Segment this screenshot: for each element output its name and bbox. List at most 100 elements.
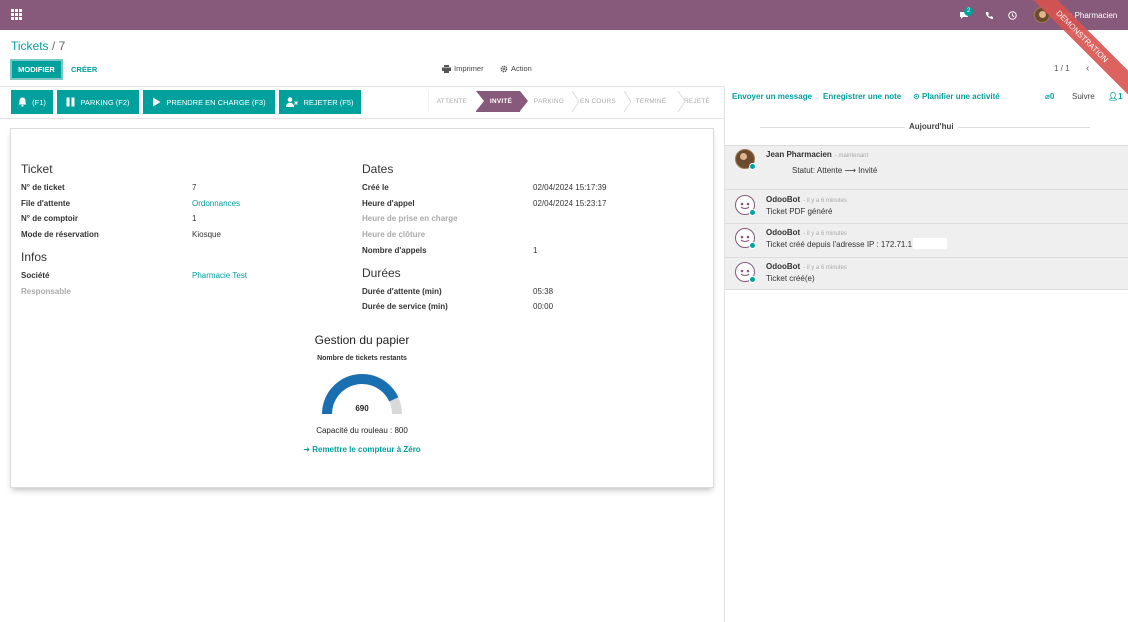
arrow-right-icon: ➜ bbox=[303, 445, 310, 454]
value-wait-duration: 05:38 bbox=[533, 287, 554, 296]
clock-icon: ⊙ bbox=[913, 92, 920, 101]
followers-button[interactable]: 👤︎1 bbox=[1108, 92, 1123, 101]
value-call-count: 1 bbox=[533, 246, 538, 255]
today-separator: Aujourd'hui bbox=[905, 122, 958, 131]
reject-button-label: REJETER (F5) bbox=[303, 97, 354, 107]
message-author: Jean Pharmacien - maintenant bbox=[766, 150, 869, 159]
message-author: OdooBot - il y a 6 minutes bbox=[766, 262, 847, 271]
user-icon: 👤︎ bbox=[1108, 92, 1119, 101]
label-responsible: Responsable bbox=[21, 287, 71, 296]
print-menu[interactable]: Imprimer bbox=[442, 64, 484, 73]
header-divider bbox=[0, 86, 724, 87]
label-queue: File d'attente bbox=[21, 199, 71, 208]
label-counter: N° de comptoir bbox=[21, 214, 78, 223]
take-charge-button-label: PRENDRE EN CHARGE (F3) bbox=[166, 97, 266, 107]
value-call-time: 02/04/2024 15:23:17 bbox=[533, 199, 607, 208]
online-status-icon bbox=[749, 242, 756, 249]
online-status-icon bbox=[749, 209, 756, 216]
attachments-count: 0 bbox=[1049, 92, 1055, 101]
statusbar-divider bbox=[0, 118, 724, 119]
message-time: - il y a 6 minutes bbox=[803, 231, 847, 237]
label-close-time: Heure de clôture bbox=[362, 230, 426, 239]
message-body: Ticket créé depuis l'adresse IP : 172.71… bbox=[766, 240, 913, 249]
pager-previous-icon[interactable]: ‹ bbox=[1086, 63, 1089, 74]
label-created-on: Créé le bbox=[362, 183, 389, 192]
take-charge-button[interactable]: PRENDRE EN CHARGE (F3) bbox=[143, 90, 275, 114]
paper-subtitle: Nombre de tickets restants bbox=[317, 355, 407, 362]
bell-icon bbox=[18, 97, 27, 107]
chat-icon[interactable]: 2 bbox=[955, 7, 974, 22]
message-author: OdooBot - il y a 6 minutes bbox=[766, 195, 847, 204]
message-author: OdooBot - il y a 6 minutes bbox=[766, 228, 847, 237]
label-take-charge-time: Heure de prise en charge bbox=[362, 214, 458, 223]
breadcrumb-tickets[interactable]: Tickets bbox=[11, 39, 49, 53]
user-name: Jean Pharmacien bbox=[1055, 10, 1118, 20]
navbar: 2 Jean Pharmacien bbox=[0, 0, 1128, 30]
paper-title: Gestion du papier bbox=[314, 333, 410, 347]
redaction-block bbox=[913, 238, 947, 249]
followers-count: 1 bbox=[1118, 92, 1123, 101]
user-avatar bbox=[1034, 7, 1050, 23]
label-wait-duration: Durée d'attente (min) bbox=[362, 287, 442, 296]
edit-button[interactable]: MODIFIER bbox=[10, 59, 63, 80]
pause-icon bbox=[66, 97, 75, 107]
phone-icon[interactable] bbox=[983, 8, 995, 22]
schedule-activity-button[interactable]: ⊙ Planifier une activité bbox=[913, 92, 1000, 101]
action-label: Action bbox=[511, 64, 532, 73]
reject-button[interactable]: REJETER (F5) bbox=[279, 90, 361, 114]
section-ticket-title: Ticket bbox=[21, 162, 53, 176]
label-booking-mode: Mode de réservation bbox=[21, 230, 99, 239]
online-status-icon bbox=[749, 163, 756, 170]
value-company-link[interactable]: Pharmacie Test bbox=[192, 271, 247, 280]
parking-button-label: PARKING (F2) bbox=[80, 97, 130, 107]
value-created-on: 02/04/2024 15:17:39 bbox=[533, 183, 607, 192]
create-button[interactable]: CRÉER bbox=[71, 59, 97, 80]
apps-menu-icon[interactable] bbox=[11, 9, 22, 20]
reset-counter-link[interactable]: ➜ Remettre le compteur à Zéro bbox=[262, 445, 462, 454]
value-counter: 1 bbox=[192, 214, 197, 223]
print-label: Imprimer bbox=[454, 64, 484, 73]
breadcrumb-current: 7 bbox=[58, 39, 66, 53]
send-message-button[interactable]: Envoyer un message bbox=[732, 92, 812, 101]
clock-icon[interactable] bbox=[1006, 8, 1018, 22]
value-queue-link[interactable]: Ordonnances bbox=[192, 199, 240, 208]
message-body: Ticket créé(e) bbox=[766, 274, 815, 283]
user-menu[interactable]: Jean Pharmacien bbox=[1034, 7, 1117, 23]
message-time: - il y a 6 minutes bbox=[803, 265, 847, 271]
schedule-activity-label: Planifier une activité bbox=[921, 92, 1000, 101]
statusbar-chevrons bbox=[428, 91, 686, 112]
parking-button[interactable]: PARKING (F2) bbox=[57, 90, 139, 114]
message-body: Ticket PDF généré bbox=[766, 207, 833, 216]
follow-button[interactable]: Suivre bbox=[1072, 92, 1095, 101]
chat-badge: 2 bbox=[964, 7, 974, 16]
action-menu[interactable]: Action bbox=[500, 64, 532, 73]
reset-counter-label: Remettre le compteur à Zéro bbox=[312, 445, 421, 454]
label-call-count: Nombre d'appels bbox=[362, 246, 427, 255]
pager-value[interactable]: 1 / 1 bbox=[1054, 64, 1070, 73]
label-ticket-number: N° de ticket bbox=[21, 183, 65, 192]
message-time: - maintenant bbox=[834, 153, 869, 159]
breadcrumb-separator: / bbox=[51, 39, 56, 53]
play-icon bbox=[153, 97, 161, 107]
online-status-icon bbox=[749, 276, 756, 283]
attachments-button[interactable]: ⌀0 bbox=[1045, 92, 1054, 101]
section-infos-title: Infos bbox=[21, 250, 48, 264]
label-company: Société bbox=[21, 271, 50, 280]
gear-icon bbox=[500, 65, 508, 72]
gauge-value: 690 bbox=[355, 404, 369, 413]
section-dates-title: Dates bbox=[362, 162, 394, 176]
notify-button[interactable]: (F1) bbox=[11, 90, 53, 114]
label-call-time: Heure d'appel bbox=[362, 199, 415, 208]
value-ticket-number: 7 bbox=[192, 183, 197, 192]
user-remove-icon bbox=[286, 97, 299, 107]
log-note-button[interactable]: Enregistrer une note bbox=[823, 92, 901, 101]
paper-capacity: Capacité du rouleau : 800 bbox=[316, 426, 408, 435]
message-time: - il y a 6 minutes bbox=[803, 198, 847, 204]
label-service-duration: Durée de service (min) bbox=[362, 302, 448, 311]
breadcrumb: Tickets / 7 bbox=[11, 39, 65, 53]
value-booking-mode: Kiosque bbox=[192, 230, 221, 239]
value-service-duration: 00:00 bbox=[533, 302, 554, 311]
notify-button-label: (F1) bbox=[32, 97, 46, 107]
paper-gauge: 690 bbox=[322, 373, 402, 414]
print-icon bbox=[442, 64, 451, 73]
